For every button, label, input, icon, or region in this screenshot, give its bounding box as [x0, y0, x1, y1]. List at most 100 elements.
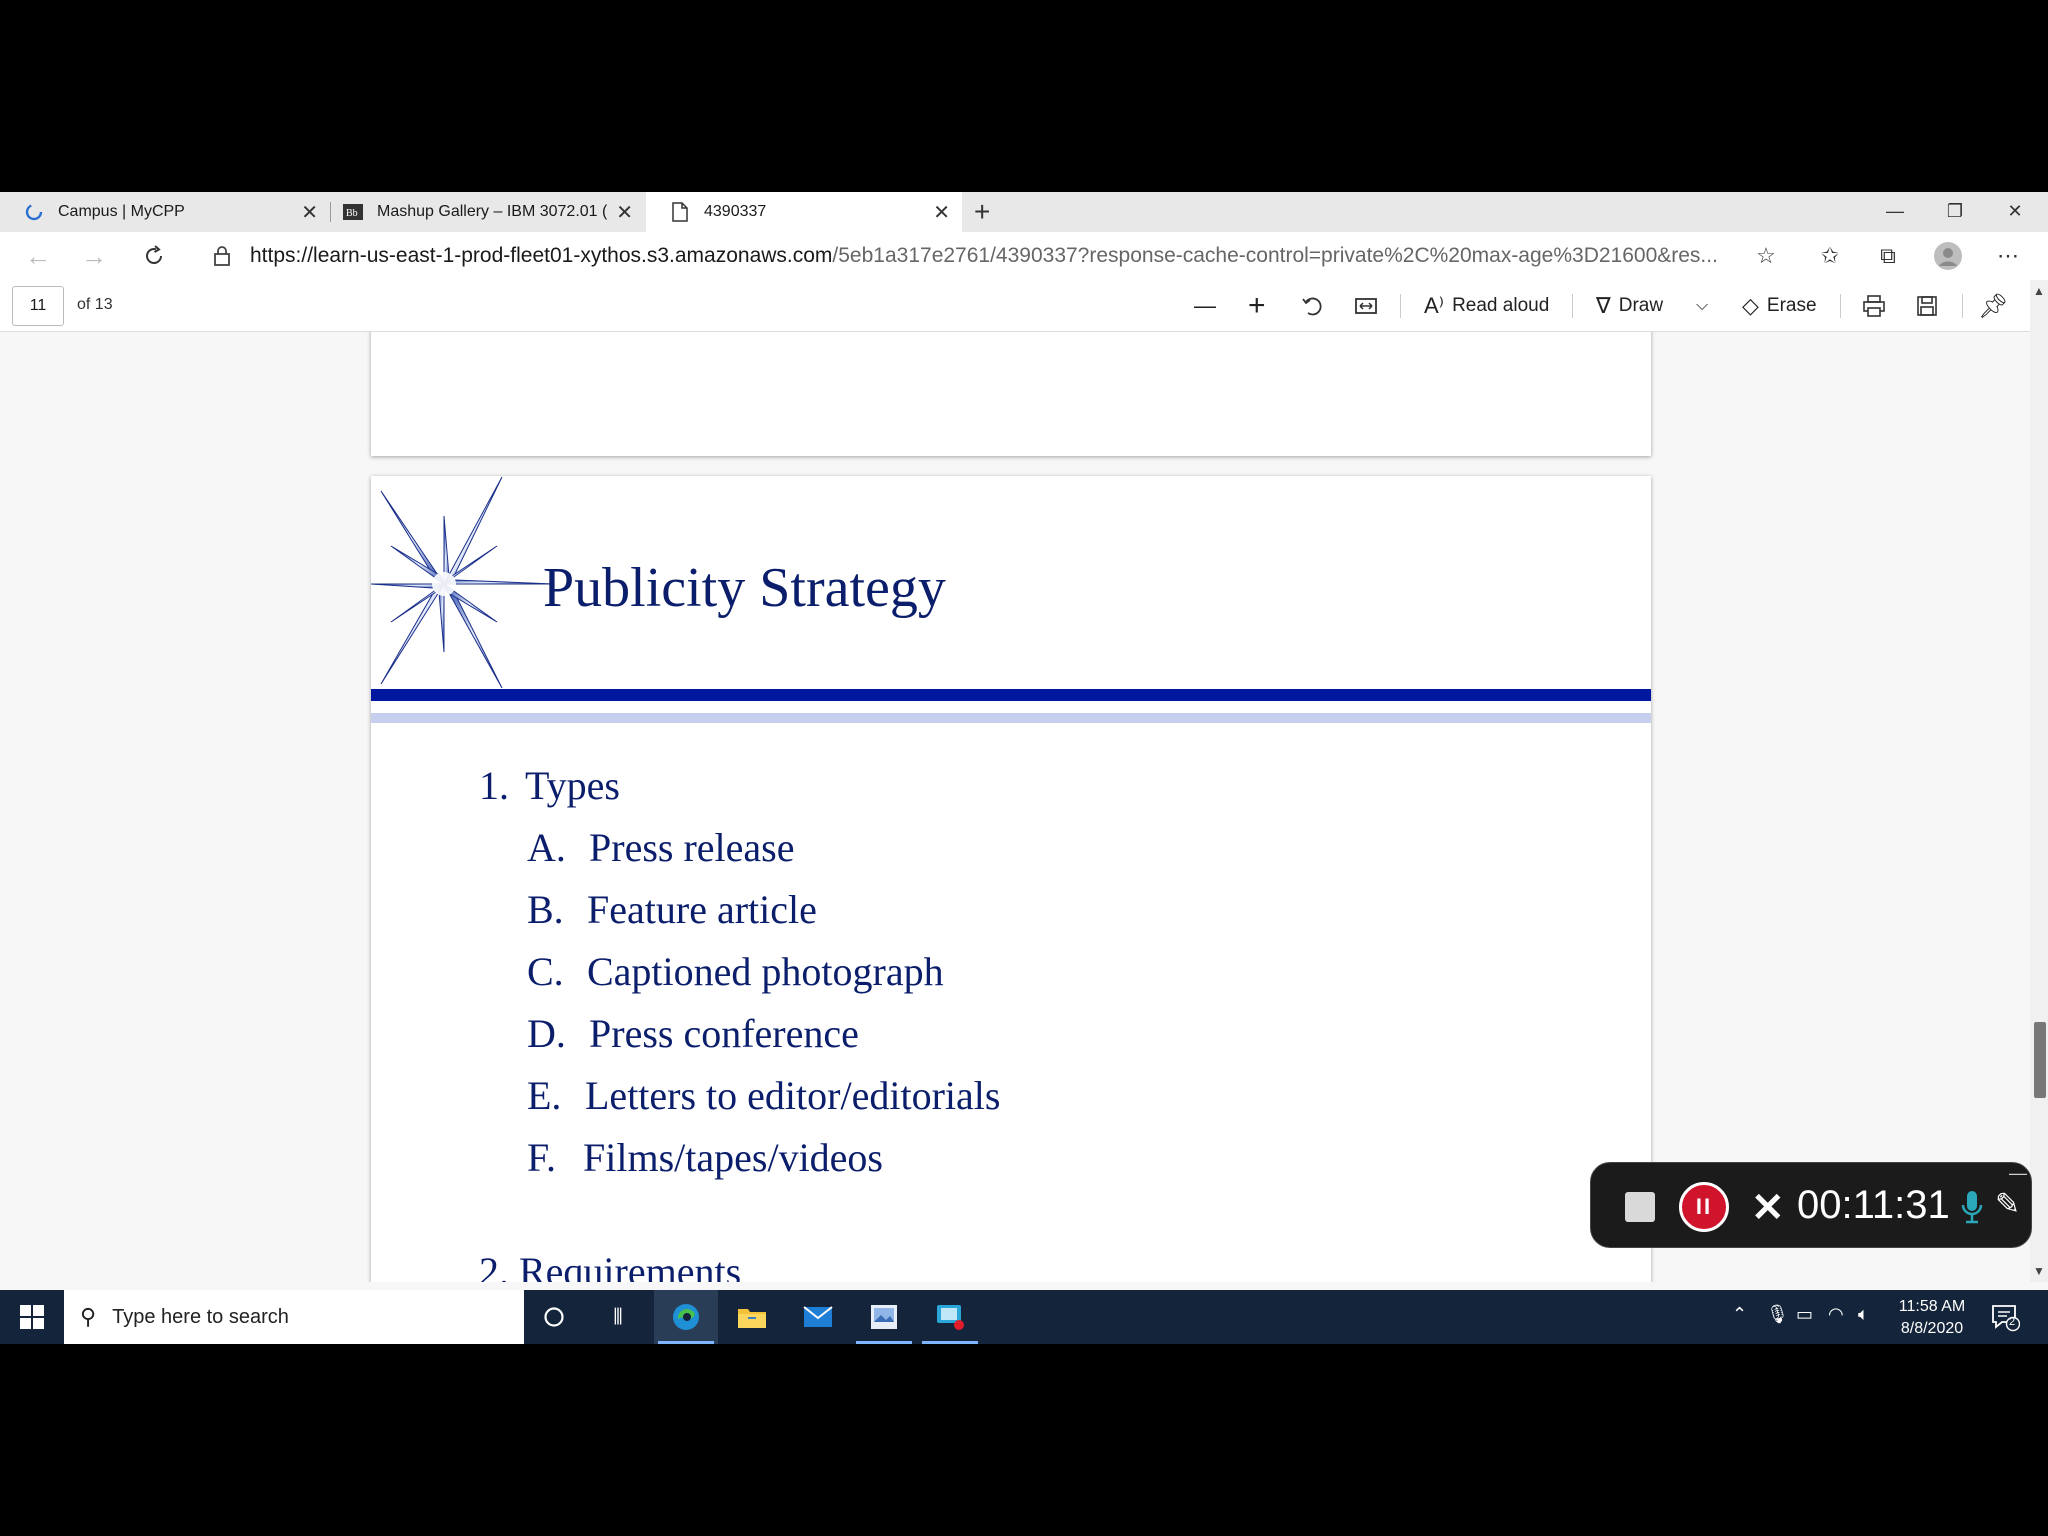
minimize-button[interactable]: —: [1866, 194, 1924, 228]
clock-date: 8/8/2020: [1900, 1320, 1964, 1337]
address-bar: ← → https://learn-us-east-1-prod-fleet01…: [0, 232, 2048, 280]
profile-avatar-icon[interactable]: [1934, 242, 1962, 270]
list-text: Press conference: [589, 1011, 859, 1056]
svg-text:Bb: Bb: [346, 208, 358, 219]
taskbar-edge[interactable]: [654, 1290, 718, 1344]
page-number-input[interactable]: 11: [12, 286, 64, 326]
document-icon: [670, 202, 690, 222]
tab-title: Campus | MyCPP: [58, 203, 185, 220]
edge-browser-icon: [673, 1304, 699, 1330]
system-clock[interactable]: 11:58 AM 8/8/2020: [1884, 1296, 1980, 1340]
screencast-app-icon: [937, 1305, 964, 1330]
scroll-down-arrow-icon[interactable]: ▼: [2033, 1264, 2045, 1278]
list-text: Feature article: [587, 887, 817, 932]
action-center-button[interactable]: 2: [1990, 1302, 2021, 1332]
taskbar-file-explorer[interactable]: [720, 1290, 784, 1344]
rotate-button[interactable]: [1300, 290, 1324, 322]
close-icon[interactable]: ✕: [933, 200, 950, 225]
battery-icon[interactable]: ▭: [1796, 1304, 1813, 1325]
draw-button[interactable]: ∇ Draw: [1596, 290, 1663, 322]
toolbar-divider: [1400, 294, 1401, 318]
pin-toolbar-button[interactable]: 📌︎: [1978, 290, 2016, 322]
fit-width-icon: [1355, 298, 1377, 314]
microphone-in-use-icon[interactable]: 🎙︎: [1766, 1304, 1789, 1325]
toolbar-divider: [1572, 294, 1573, 318]
print-button[interactable]: [1862, 290, 1886, 322]
minimize-recorder-icon[interactable]: —: [2009, 1163, 2027, 1184]
draw-label: Draw: [1618, 295, 1664, 316]
list-item: F. Films/tapes/videos: [527, 1134, 883, 1181]
microphone-icon[interactable]: [1959, 1189, 1985, 1225]
lock-icon[interactable]: [208, 242, 236, 270]
vertical-scrollbar[interactable]: ▲ ▼: [2030, 280, 2048, 1282]
list-item: C. Captioned photograph: [527, 948, 944, 995]
show-hidden-icons-chevron-icon[interactable]: ⌃: [1732, 1304, 1747, 1325]
pause-recording-button[interactable]: II: [1679, 1182, 1729, 1232]
scroll-up-arrow-icon[interactable]: ▲: [2033, 284, 2045, 298]
search-placeholder: Type here to search: [112, 1305, 289, 1328]
collections-icon[interactable]: ⧉: [1874, 242, 1902, 270]
tab-document-active[interactable]: 4390337 ✕: [646, 192, 962, 232]
close-icon[interactable]: ✕: [616, 200, 633, 225]
favorite-star-icon[interactable]: ☆: [1752, 242, 1780, 270]
back-button[interactable]: ←: [22, 240, 54, 272]
cortana-button[interactable]: [522, 1290, 586, 1344]
pdf-viewport[interactable]: Publicity Strategy 1. Types A. Press relea…: [0, 332, 2030, 1282]
task-view-icon: ⫴: [613, 1304, 623, 1329]
new-tab-button[interactable]: +: [974, 196, 990, 228]
fit-page-button[interactable]: [1354, 290, 1378, 322]
taskbar-screen-recorder[interactable]: [918, 1290, 982, 1344]
wifi-icon[interactable]: ◠: [1828, 1304, 1844, 1325]
tab-campus[interactable]: Campus | MyCPP ✕: [0, 192, 330, 232]
loading-icon: [24, 202, 44, 222]
scrollbar-thumb[interactable]: [2034, 1022, 2046, 1098]
task-view-button[interactable]: ⫴: [586, 1290, 650, 1344]
taskbar-search-box[interactable]: ⚲ Type here to search: [64, 1290, 524, 1344]
section-heading: 1. Types: [479, 762, 620, 809]
toolbar-divider: [1962, 294, 1963, 318]
close-window-button[interactable]: ✕: [1986, 194, 2044, 228]
favorites-list-icon[interactable]: ✩: [1816, 242, 1844, 270]
draw-options-dropdown[interactable]: ⌵: [1696, 290, 1716, 322]
rotate-icon: [1302, 297, 1322, 316]
open-indicator: [922, 1341, 978, 1344]
list-item: A. Press release: [527, 824, 794, 871]
close-icon[interactable]: ✕: [301, 200, 318, 225]
page-count: of 13: [77, 296, 113, 313]
volume-icon[interactable]: 🔈︎: [1858, 1304, 1869, 1325]
tab-bar: Campus | MyCPP ✕ Bb Mashup Gallery – IBM…: [0, 192, 2048, 232]
taskbar-mail[interactable]: [786, 1290, 850, 1344]
blackboard-icon: Bb: [343, 202, 363, 222]
taskbar-photos-app[interactable]: [852, 1290, 916, 1344]
cancel-recording-button[interactable]: ✕: [1751, 1185, 1785, 1231]
tab-mashup-gallery[interactable]: Bb Mashup Gallery – IBM 3072.01 (F ✕: [331, 192, 645, 232]
list-marker: D.: [527, 1011, 566, 1056]
erase-button[interactable]: ◇ Erase: [1742, 290, 1817, 322]
start-button[interactable]: [0, 1290, 64, 1344]
mail-icon: [803, 1306, 833, 1327]
url-host: https://learn-us-east-1-prod-fleet01-xyt…: [250, 244, 833, 267]
forward-button[interactable]: →: [78, 240, 110, 272]
restore-button[interactable]: ❐: [1926, 194, 1984, 228]
pen-annotation-icon[interactable]: ✎: [1995, 1187, 2020, 1222]
title-rule-light: [371, 713, 1651, 723]
save-button[interactable]: [1916, 290, 1938, 322]
slide-title: Publicity Strategy: [543, 557, 946, 619]
stop-recording-button[interactable]: [1625, 1192, 1655, 1222]
image-viewer-icon: [871, 1305, 897, 1329]
read-aloud-icon: A⁾: [1424, 293, 1445, 318]
refresh-button[interactable]: [138, 240, 170, 272]
more-menu-icon[interactable]: ⋯: [1994, 242, 2022, 270]
list-marker: B.: [527, 887, 564, 932]
zoom-in-button[interactable]: +: [1248, 289, 1274, 322]
read-aloud-button[interactable]: A⁾ Read aloud: [1424, 290, 1549, 322]
tab-title: Mashup Gallery – IBM 3072.01 (F: [377, 203, 607, 220]
zoom-out-button[interactable]: —: [1194, 290, 1224, 322]
save-icon: [1917, 296, 1937, 316]
screen: Campus | MyCPP ✕ Bb Mashup Gallery – IBM…: [0, 192, 2048, 1344]
pdf-page-current: Publicity Strategy 1. Types A. Press relea…: [371, 476, 1651, 1282]
section-label: Types: [525, 763, 620, 808]
tab-title: 4390337: [704, 203, 767, 220]
folder-icon: [738, 1309, 766, 1328]
url-field[interactable]: https://learn-us-east-1-prod-fleet01-xyt…: [250, 244, 1730, 268]
